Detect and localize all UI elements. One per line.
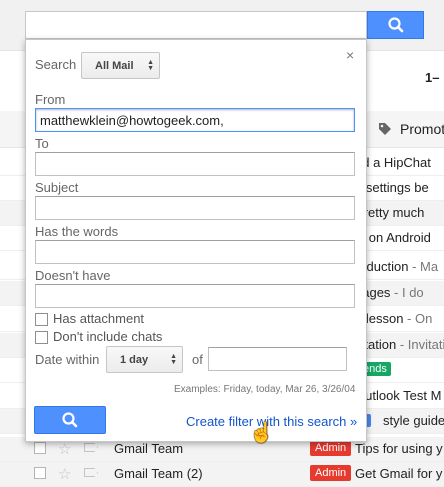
date-within-label: Date within (35, 352, 100, 367)
row-subject: Get Gmail for y (355, 466, 443, 481)
subject-field[interactable] (35, 196, 355, 220)
date-of-field[interactable] (208, 347, 347, 371)
has-attachment-label[interactable]: Has attachment (53, 311, 144, 326)
close-icon[interactable]: × (346, 47, 354, 63)
to-label: To (35, 136, 49, 151)
star-icon[interactable]: ☆ (58, 465, 71, 483)
of-label: of (192, 352, 203, 367)
from-label: From (35, 92, 66, 107)
has-words-field[interactable] (35, 240, 355, 264)
dont-include-chats-checkbox[interactable] (35, 331, 48, 344)
search-in-label: Search (35, 57, 77, 72)
list-item[interactable]: ☆ Gmail Team (2) Admin Get Gmail for y (0, 462, 444, 487)
important-marker-icon[interactable] (84, 443, 98, 452)
search-icon (62, 412, 78, 428)
row-sender: Gmail Team (2) (114, 466, 203, 481)
advanced-search-panel: × Search All Mail ▲▼ From To Subject Has… (25, 39, 367, 442)
row-checkbox[interactable] (34, 442, 46, 454)
date-within-value: 1 day (120, 353, 149, 366)
page-count: 1– (425, 70, 440, 85)
subject-label: Subject (35, 180, 79, 195)
search-in-value: All Mail (95, 59, 134, 72)
doesnt-have-label: Doesn't have (35, 268, 111, 283)
has-words-label: Has the words (35, 224, 119, 239)
date-examples-text: Examples: Friday, today, Mar 26, 3/26/04 (174, 384, 356, 395)
row-subject: Tips for using y (355, 441, 443, 456)
search-icon (388, 17, 404, 33)
from-field[interactable] (35, 108, 355, 132)
updown-arrows-icon: ▲ ▼ (147, 58, 154, 72)
tag-icon (378, 122, 392, 136)
date-within-select[interactable]: 1 day ▲ ▼ (106, 346, 183, 373)
advanced-search-button[interactable] (34, 406, 106, 434)
has-attachment-checkbox[interactable] (35, 313, 48, 326)
row-checkbox[interactable] (34, 467, 46, 479)
admin-badge: Admin (310, 465, 352, 481)
dont-include-chats-label[interactable]: Don't include chats (53, 329, 162, 344)
updown-arrows-icon: ▲ ▼ (170, 352, 177, 366)
main-search-input[interactable] (25, 11, 367, 39)
main-search-button[interactable] (367, 11, 424, 39)
hand-cursor-icon: ☝ (249, 422, 274, 444)
search-in-select[interactable]: All Mail ▲ ▼ (81, 52, 160, 79)
tab-promotions[interactable]: Promot (378, 121, 444, 137)
doesnt-have-field[interactable] (35, 284, 355, 308)
tab-promotions-label: Promot (400, 121, 444, 137)
row-sender: Gmail Team (114, 441, 184, 456)
admin-badge: Admin (310, 440, 352, 456)
star-icon[interactable]: ☆ (58, 440, 71, 458)
to-field[interactable] (35, 152, 355, 176)
